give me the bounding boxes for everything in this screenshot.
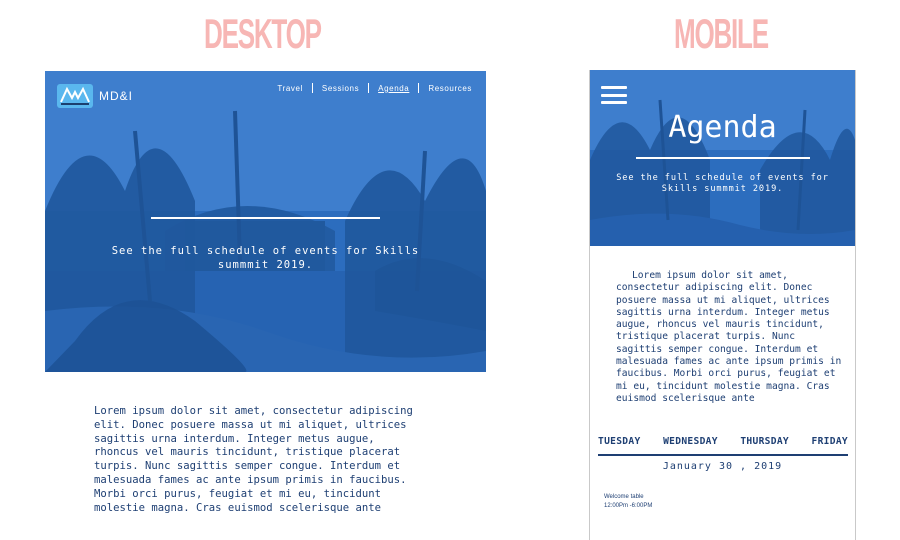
mobile-body-text: Lorem ipsum dolor sit amet, consectetur …	[616, 270, 842, 404]
hamburger-menu-icon[interactable]	[601, 86, 627, 104]
day-tabs: TUESDAY WEDNESDAY THURSDAY FRIDAY	[598, 436, 848, 447]
nav-sessions[interactable]: Sessions	[322, 84, 359, 93]
mobile-hero: Agenda See the full schedule of events f…	[590, 70, 855, 246]
desktop-hero: MD&I Travel Sessions Agenda Resources Se…	[45, 71, 486, 372]
page-title: Agenda	[668, 110, 777, 145]
nav-agenda[interactable]: Agenda	[378, 84, 409, 93]
logo[interactable]: MD&I	[57, 84, 133, 108]
nav-divider	[311, 83, 313, 93]
mobile-heading: MOBILE	[674, 10, 769, 57]
tab-friday[interactable]: FRIDAY	[812, 436, 848, 447]
brand-name: MD&I	[99, 89, 133, 103]
nav-divider	[418, 83, 420, 93]
tab-wednesday[interactable]: WEDNESDAY	[663, 436, 718, 447]
mobile-frame: Agenda See the full schedule of events f…	[589, 70, 856, 540]
tab-thursday[interactable]: THURSDAY	[740, 436, 789, 447]
logo-icon	[57, 84, 93, 108]
nav-divider	[368, 83, 370, 93]
top-nav: Travel Sessions Agenda Resources	[277, 83, 472, 93]
blue-overlay	[45, 71, 486, 372]
tabs-underline	[598, 454, 848, 456]
tab-tuesday[interactable]: TUESDAY	[598, 436, 641, 447]
nav-travel[interactable]: Travel	[277, 84, 303, 93]
hero-tagline: See the full schedule of events for Skil…	[616, 173, 829, 194]
title-underline	[151, 217, 380, 219]
desktop-body-text: Lorem ipsum dolor sit amet, consectetur …	[94, 405, 413, 514]
event-time: 12:00Pm -6:00PM	[604, 503, 653, 509]
event-title[interactable]: Welcome table	[604, 494, 644, 500]
selected-date: January 30 , 2019	[662, 461, 783, 472]
nav-resources[interactable]: Resources	[428, 84, 472, 93]
desktop-heading: DESKTOP	[204, 10, 322, 57]
title-underline	[636, 157, 810, 159]
hero-tagline: See the full schedule of events for Skil…	[111, 245, 420, 271]
